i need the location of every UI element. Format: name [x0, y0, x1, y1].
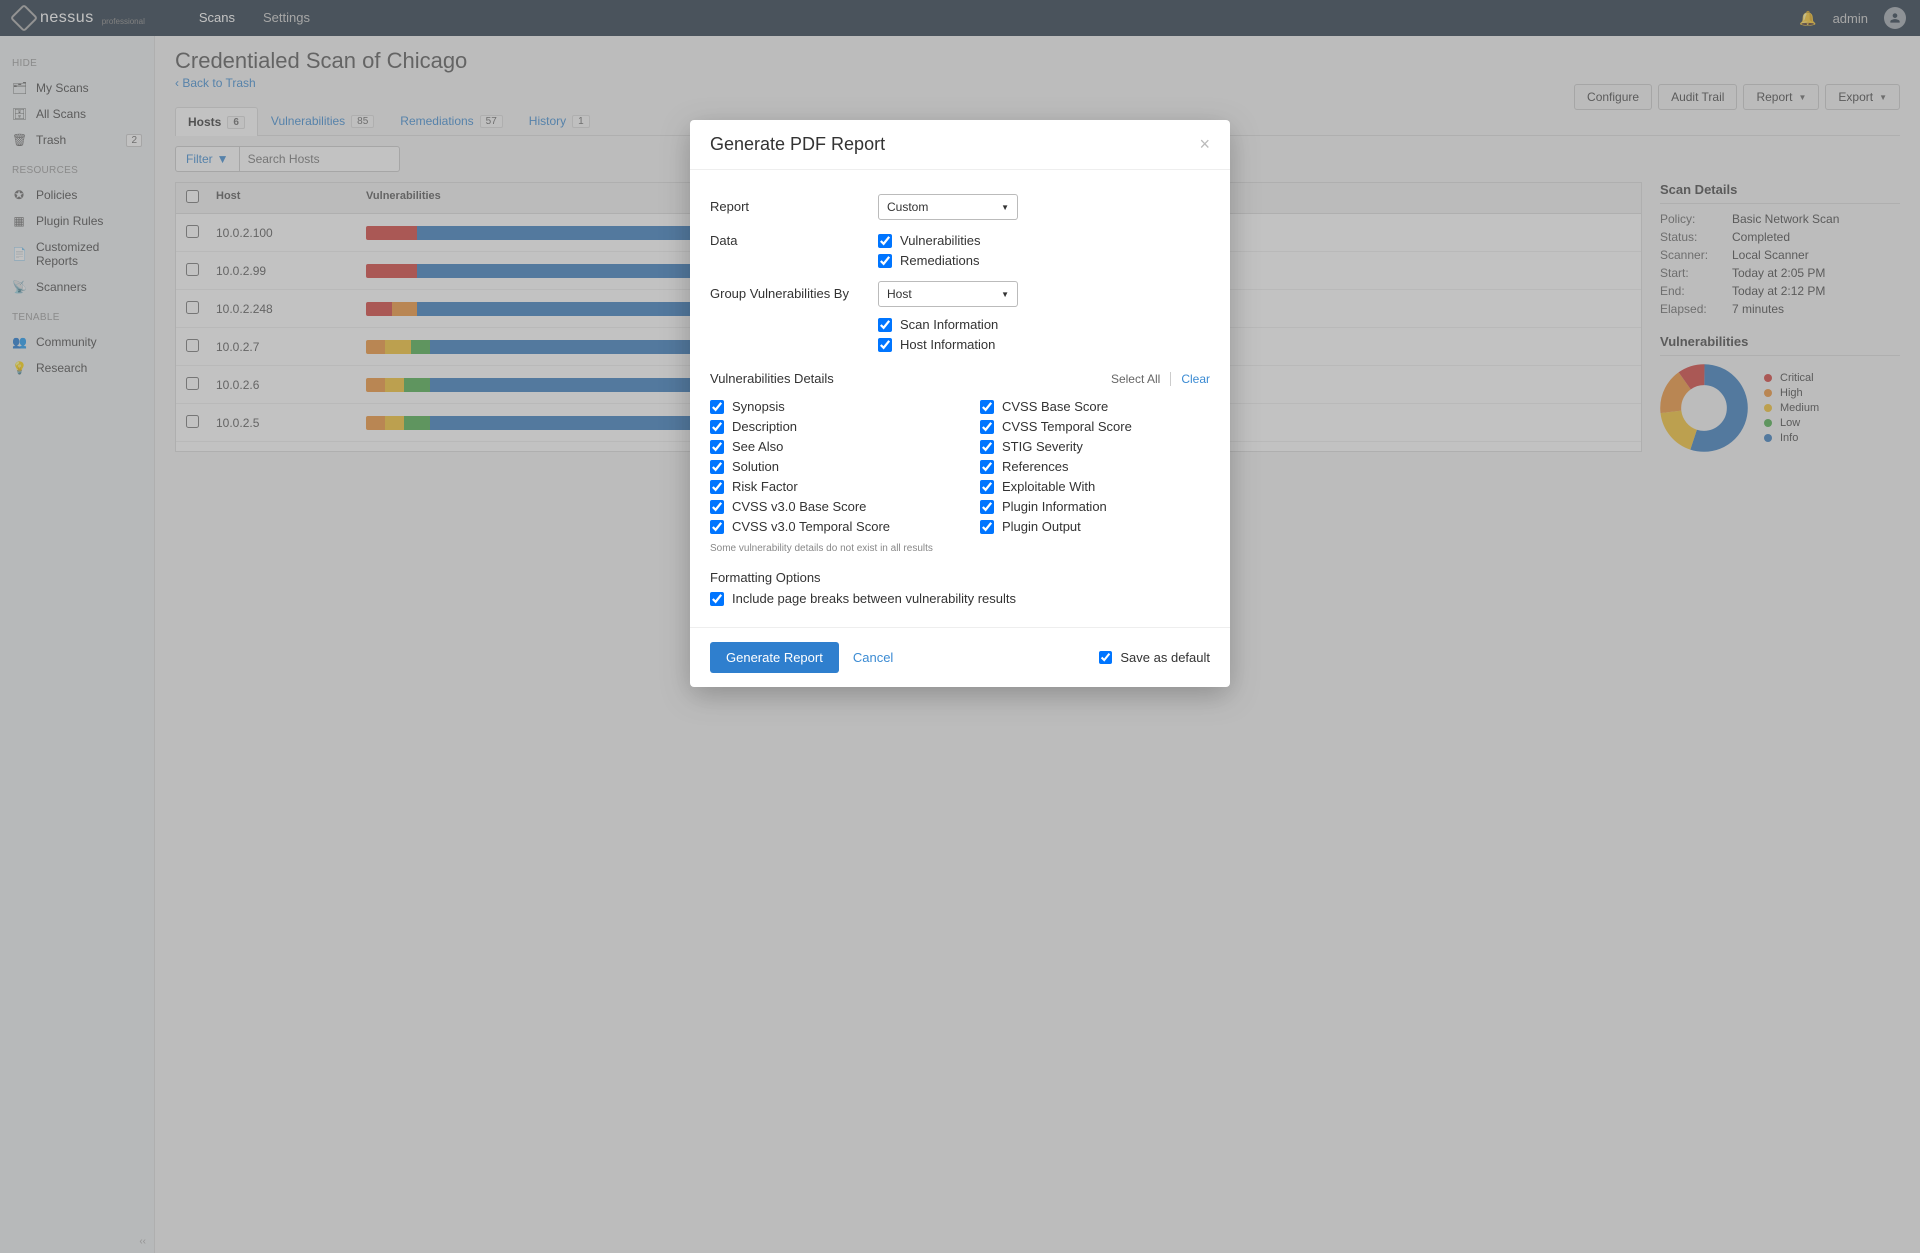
vuln-detail-checkbox[interactable]: Plugin Output [980, 519, 1210, 534]
caret-down-icon: ▼ [1001, 203, 1009, 212]
vuln-details-note: Some vulnerability details do not exist … [710, 543, 1210, 554]
vuln-detail-checkbox[interactable]: Exploitable With [980, 479, 1210, 494]
caret-down-icon: ▼ [1001, 290, 1009, 299]
save-default-checkbox[interactable]: Save as default [1099, 650, 1210, 665]
page-break-checkbox[interactable]: Include page breaks between vulnerabilit… [710, 591, 1210, 606]
vuln-detail-checkbox[interactable]: CVSS Base Score [980, 399, 1210, 414]
generate-report-button[interactable]: Generate Report [710, 642, 839, 673]
clear-link[interactable]: Clear [1181, 372, 1210, 386]
vuln-detail-checkbox[interactable]: Plugin Information [980, 499, 1210, 514]
vuln-detail-checkbox[interactable]: See Also [710, 439, 940, 454]
vuln-detail-checkbox[interactable]: Synopsis [710, 399, 940, 414]
modal-title: Generate PDF Report [710, 134, 885, 155]
generate-report-modal: Generate PDF Report × Report Custom▼ Dat… [690, 120, 1230, 687]
modal-overlay: Generate PDF Report × Report Custom▼ Dat… [0, 0, 1920, 1253]
vuln-detail-checkbox[interactable]: Solution [710, 459, 940, 474]
group-label: Group Vulnerabilities By [710, 281, 878, 301]
vuln-detail-checkbox[interactable]: Description [710, 419, 940, 434]
data-label: Data [710, 228, 878, 248]
close-icon[interactable]: × [1199, 134, 1210, 155]
vuln-detail-checkbox[interactable]: STIG Severity [980, 439, 1210, 454]
vuln-detail-checkbox[interactable]: CVSS Temporal Score [980, 419, 1210, 434]
group-by-select[interactable]: Host▼ [878, 281, 1018, 307]
cancel-button[interactable]: Cancel [853, 650, 893, 665]
select-all-link[interactable]: Select All [1111, 372, 1160, 386]
scan-info-checkbox[interactable]: Scan Information [878, 317, 1210, 332]
vuln-detail-checkbox[interactable]: CVSS v3.0 Base Score [710, 499, 940, 514]
vuln-detail-checkbox[interactable]: References [980, 459, 1210, 474]
report-label: Report [710, 194, 878, 214]
vuln-detail-checkbox[interactable]: CVSS v3.0 Temporal Score [710, 519, 940, 534]
data-vuln-checkbox[interactable]: Vulnerabilities [878, 233, 1210, 248]
vuln-detail-checkbox[interactable]: Risk Factor [710, 479, 940, 494]
host-info-checkbox[interactable]: Host Information [878, 337, 1210, 352]
data-rem-checkbox[interactable]: Remediations [878, 253, 1210, 268]
report-type-select[interactable]: Custom▼ [878, 194, 1018, 220]
vuln-details-label: Vulnerabilities Details [710, 371, 834, 386]
formatting-label: Formatting Options [710, 570, 1210, 585]
